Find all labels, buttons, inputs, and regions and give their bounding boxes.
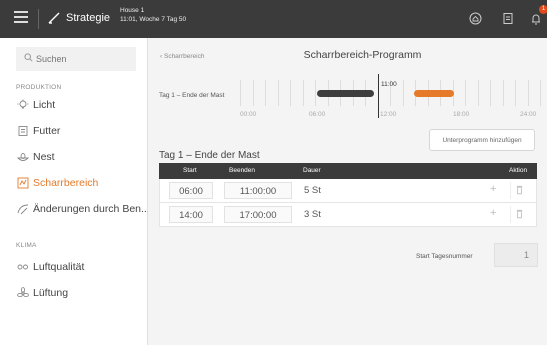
sidebar: PRODUKTION Licht Futter Nest Scharrberei…: [0, 38, 150, 345]
timeline-tick: [477, 80, 479, 106]
add-row-button[interactable]: +: [490, 207, 496, 219]
end-time-field[interactable]: 11:00:00: [224, 182, 292, 199]
sidebar-item-licht[interactable]: Licht: [0, 94, 147, 116]
sidebar-item-label: Nest: [33, 151, 55, 163]
header-start: Start: [183, 167, 197, 174]
timeline-tick: [502, 80, 504, 106]
top-bar: Strategie House 1 11:01, Woche 7 Tag 50 …: [0, 0, 547, 38]
sidebar-item-aenderungen[interactable]: Änderungen durch Ben...: [0, 198, 150, 220]
section-label-production: PRODUKTION: [16, 84, 62, 91]
sidebar-item-lueftung[interactable]: Lüftung: [0, 282, 147, 304]
sidebar-item-luftqualitaet[interactable]: Luftqualität: [0, 256, 147, 278]
timeline-tick: [252, 80, 254, 106]
timeline-hour-label: 24:00: [520, 111, 537, 118]
timeline-tick: [402, 80, 404, 106]
light-bulb-icon: [17, 99, 29, 109]
bell-icon[interactable]: [530, 12, 542, 26]
fan-icon: [17, 287, 29, 298]
table-title: Tag 1 – Ende der Mast: [159, 150, 260, 161]
timeline-hour-label: 00:00: [240, 111, 257, 118]
duration-value: 5 St: [304, 185, 321, 196]
search-icon: [24, 53, 33, 62]
start-day-label: Start Tagesnummer: [416, 253, 473, 260]
sidebar-item-label: Luftqualität: [33, 261, 85, 273]
section-label-klima: KLIMA: [16, 242, 37, 249]
timeline-tick: [240, 80, 241, 106]
timeline-tick: [265, 80, 266, 106]
air-quality-icon: [17, 264, 28, 270]
feed-icon: [18, 126, 28, 136]
duration-value: 3 St: [304, 209, 321, 220]
timeline-tick: [302, 80, 304, 106]
timeline-tick: [540, 80, 541, 106]
page-title: Scharrbereich-Programm: [303, 49, 422, 61]
sidebar-item-scharrbereich[interactable]: Scharrbereich: [0, 172, 147, 194]
home-icon[interactable]: [469, 12, 482, 25]
sidebar-item-label: Licht: [33, 99, 56, 111]
timeline-tick: [527, 80, 529, 106]
start-time-field[interactable]: 14:00: [169, 206, 213, 223]
sidebar-item-nest[interactable]: Nest: [0, 146, 147, 168]
trash-icon[interactable]: [510, 206, 528, 223]
timeline-hour-label: 18:00: [453, 111, 470, 118]
header-end: Beenden: [229, 167, 256, 174]
timeline-current-time-label: 11:00: [381, 81, 397, 88]
timeline-current-time-marker: [378, 74, 379, 118]
changes-icon: [17, 204, 29, 215]
table-row: 14:00 17:00:00 3 St +: [159, 203, 537, 227]
timeline-tick: [277, 80, 279, 106]
search-input[interactable]: [16, 47, 136, 71]
table-row: 06:00 11:00:00 5 St +: [159, 179, 537, 203]
table-header: Start Beenden Dauer Aktion: [159, 163, 537, 179]
sidebar-item-label: Lüftung: [33, 287, 69, 299]
trash-icon[interactable]: [510, 182, 528, 199]
timeline-bar-past: [317, 90, 374, 97]
house-time-week: 11:01, Woche 7 Tag 50: [120, 16, 187, 23]
timeline-hour-label: 06:00: [309, 111, 326, 118]
header-action: Aktion: [509, 167, 528, 174]
timeline-label: Tag 1 – Ende der Mast: [159, 92, 225, 99]
notification-badge: 1: [539, 5, 547, 14]
clipboard-icon[interactable]: [502, 12, 514, 25]
timeline-bar-upcoming: [414, 90, 454, 97]
topbar-divider: [38, 9, 39, 29]
start-day-input[interactable]: 1: [494, 243, 538, 267]
timeline-tick: [490, 80, 491, 106]
hamburger-menu-icon[interactable]: [14, 11, 28, 25]
add-row-button[interactable]: +: [490, 183, 496, 195]
sidebar-item-label: Änderungen durch Ben...: [33, 203, 150, 215]
header-duration: Dauer: [303, 167, 321, 174]
scratch-area-icon: [17, 177, 29, 189]
program-table: Start Beenden Dauer Aktion 06:00 11:00:0…: [159, 163, 537, 227]
house-name: House 1: [120, 7, 145, 14]
sidebar-item-futter[interactable]: Futter: [0, 120, 147, 142]
strategy-icon: [48, 12, 60, 24]
sidebar-item-label: Futter: [33, 125, 61, 137]
timeline-tick: [515, 80, 516, 106]
nest-icon: [17, 153, 29, 161]
app-title: Strategie: [66, 12, 111, 24]
add-subprogram-button[interactable]: Unterprogramm hinzufügen: [429, 129, 535, 151]
house-info: House 1 11:01, Woche 7 Tag 50: [120, 6, 186, 24]
main-content: ‹ Scharrbereich Scharrbereich-Programm T…: [148, 38, 547, 345]
end-time-field[interactable]: 17:00:00: [224, 206, 292, 223]
timeline-hour-label: 12:00: [380, 111, 397, 118]
start-time-field[interactable]: 06:00: [169, 182, 213, 199]
timeline-tick: [315, 80, 316, 106]
timeline-tick: [465, 80, 466, 106]
timeline-tick: [290, 80, 291, 106]
sidebar-item-label: Scharrbereich: [33, 177, 99, 189]
